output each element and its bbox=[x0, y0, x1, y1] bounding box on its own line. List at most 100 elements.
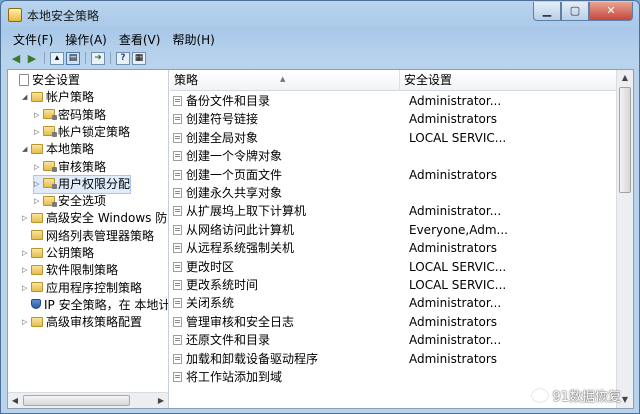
policy-name: 创建全局对象 bbox=[186, 130, 259, 145]
folder-icon bbox=[31, 247, 43, 258]
policy-setting: Administrator... bbox=[409, 94, 502, 108]
show-hide-tree-icon[interactable]: ▤ bbox=[66, 51, 80, 65]
tree-item[interactable]: IP 安全策略，在 本地计算机 bbox=[22, 297, 168, 314]
close-button[interactable]: ✕ bbox=[589, 2, 633, 21]
expand-icon[interactable]: ▷ bbox=[22, 245, 30, 262]
column-header-setting[interactable]: 安全设置 bbox=[400, 70, 618, 91]
policy-row[interactable]: 从远程系统强制关机 Administrators bbox=[170, 239, 618, 257]
expand-icon[interactable]: ▷ bbox=[34, 193, 42, 210]
up-folder-icon[interactable]: ▴ bbox=[50, 51, 64, 65]
tree-item[interactable]: ▷ 应用程序控制策略 bbox=[22, 280, 142, 297]
policy-list: 策略 ▲ 安全设置 备份文件和目录 Administrator... 创建符号链接 A… bbox=[170, 70, 618, 408]
policy-name: 还原文件和目录 bbox=[186, 333, 271, 348]
policy-icon bbox=[173, 132, 182, 143]
tree-item[interactable]: ▷ 软件限制策略 bbox=[22, 262, 118, 279]
collapse-icon[interactable]: ◢ bbox=[22, 141, 30, 158]
policy-row[interactable]: 还原文件和目录 Administrator... bbox=[170, 331, 618, 349]
policy-row[interactable]: 创建全局对象 LOCAL SERVIC... bbox=[170, 129, 618, 147]
tree-horizontal-scrollbar[interactable]: ◀ ▶ bbox=[8, 392, 168, 408]
collapse-icon[interactable]: ◢ bbox=[22, 89, 30, 106]
policy-row[interactable]: 加载和卸载设备驱动程序 Administrators bbox=[170, 350, 618, 368]
policy-row[interactable]: 关闭系统 Administrator... bbox=[170, 294, 618, 312]
column-header-policy[interactable]: 策略 ▲ bbox=[170, 70, 400, 91]
list-vertical-scrollbar[interactable]: ▲ ▼ bbox=[616, 70, 633, 408]
policy-icon bbox=[173, 224, 182, 235]
policy-name: 加载和卸载设备驱动程序 bbox=[186, 351, 319, 366]
scroll-thumb[interactable] bbox=[23, 395, 130, 406]
tree-item[interactable]: ▷ 高级审核策略配置 bbox=[22, 314, 142, 331]
forward-icon[interactable]: ▶ bbox=[25, 52, 39, 65]
expand-icon[interactable]: ▷ bbox=[34, 124, 42, 141]
export-icon[interactable]: ➜ bbox=[91, 51, 105, 65]
policy-name: 更改时区 bbox=[186, 259, 235, 274]
policy-icon bbox=[173, 188, 182, 198]
policy-row[interactable]: 从扩展坞上取下计算机 Administrator... bbox=[170, 202, 618, 220]
app-icon[interactable] bbox=[8, 8, 22, 22]
expand-icon[interactable]: ▷ bbox=[22, 280, 30, 297]
policy-row[interactable]: 创建永久共享对象 bbox=[170, 184, 618, 202]
policy-setting: Administrators bbox=[409, 167, 498, 182]
scroll-thumb[interactable] bbox=[619, 87, 631, 193]
expand-icon[interactable]: ▷ bbox=[34, 107, 42, 124]
tree-item[interactable]: 网络列表管理器策略 bbox=[22, 228, 154, 245]
policy-setting: Administrator... bbox=[409, 296, 502, 311]
policy-row[interactable]: 备份文件和目录 Administrator... bbox=[170, 92, 618, 110]
tree-item[interactable]: ▷ 帐户锁定策略 bbox=[34, 124, 130, 141]
folder-icon bbox=[31, 212, 43, 223]
tree-item[interactable]: ▷ 安全选项 bbox=[34, 193, 106, 210]
policy-name: 创建一个令牌对象 bbox=[186, 149, 283, 164]
policy-icon bbox=[173, 261, 182, 272]
tree-item[interactable]: ▷ 高级安全 Windows 防火墙 bbox=[22, 210, 168, 227]
policy-icon bbox=[173, 114, 182, 125]
tree-item-label: 密码策略 bbox=[58, 107, 107, 122]
policy-row[interactable]: 更改系统时间 LOCAL SERVIC... bbox=[170, 276, 618, 294]
minimize-button[interactable]: ▁ bbox=[533, 2, 561, 21]
tree-item[interactable]: 安全设置 bbox=[10, 72, 80, 89]
policy-setting: Administrators bbox=[409, 112, 498, 127]
maximize-button[interactable]: ▢ bbox=[561, 2, 589, 21]
folder-icon bbox=[31, 91, 43, 102]
expand-icon[interactable]: ▷ bbox=[34, 159, 42, 176]
policy-setting: Administrators bbox=[409, 351, 498, 366]
policy-row[interactable]: 创建一个页面文件 Administrators bbox=[170, 166, 618, 184]
menu-view[interactable]: 查看(V) bbox=[113, 31, 167, 48]
watermark: 91数据恢复 bbox=[532, 386, 621, 405]
help-icon[interactable]: ? bbox=[116, 51, 130, 65]
policy-row[interactable]: 将工作站添加到域 bbox=[170, 368, 618, 386]
policy-name: 从远程系统强制关机 bbox=[186, 241, 295, 256]
properties-icon[interactable]: ▦ bbox=[132, 51, 146, 65]
tree-item[interactable]: ▷ 密码策略 bbox=[34, 107, 106, 124]
toolbar-separator bbox=[110, 52, 111, 64]
menu-file[interactable]: 文件(F) bbox=[7, 31, 59, 48]
policy-name: 备份文件和目录 bbox=[186, 94, 271, 108]
policy-icon bbox=[173, 169, 182, 180]
sort-ascending-icon: ▲ bbox=[280, 75, 286, 83]
tree-item[interactable]: ▷ 公钥策略 bbox=[22, 245, 94, 262]
policy-row[interactable]: 创建一个令牌对象 bbox=[170, 147, 618, 165]
expand-icon[interactable]: ▷ bbox=[22, 314, 30, 331]
wechat-icon bbox=[532, 389, 549, 402]
expand-icon[interactable]: ▷ bbox=[22, 262, 30, 279]
scroll-up-arrow-icon[interactable]: ▲ bbox=[617, 70, 633, 86]
policy-row[interactable]: 管理审核和安全日志 Administrators bbox=[170, 313, 618, 331]
menu-help[interactable]: 帮助(H) bbox=[166, 31, 220, 48]
watermark-text: 91数据恢复 bbox=[552, 390, 621, 405]
tree-item[interactable]: ▷ 用户权限分配 bbox=[32, 174, 132, 194]
menu-action[interactable]: 操作(A) bbox=[59, 31, 113, 48]
tree-item[interactable]: ▷ 审核策略 bbox=[34, 159, 106, 176]
scroll-left-arrow-icon[interactable]: ◀ bbox=[8, 393, 22, 409]
back-icon[interactable]: ◀ bbox=[9, 52, 23, 65]
expand-icon[interactable]: ▷ bbox=[22, 210, 30, 227]
title-bar[interactable]: 本地安全策略 ▁ ▢ ✕ bbox=[1, 1, 639, 29]
policy-setting: LOCAL SERVIC... bbox=[409, 278, 507, 292]
policy-row[interactable]: 从网络访问此计算机 Everyone,Adm... bbox=[170, 221, 618, 239]
tree-item-label: 软件限制策略 bbox=[46, 263, 119, 278]
policy-row[interactable]: 创建符号链接 Administrators bbox=[170, 110, 618, 128]
expand-icon[interactable]: ▷ bbox=[34, 176, 42, 193]
scroll-right-arrow-icon[interactable]: ▶ bbox=[154, 393, 168, 409]
tree-item[interactable]: ◢ 帐户策略 bbox=[22, 89, 94, 106]
tree-item[interactable]: ◢ 本地策略 bbox=[22, 141, 94, 158]
folder-icon bbox=[43, 126, 57, 138]
policy-row[interactable]: 更改时区 LOCAL SERVIC... bbox=[170, 258, 618, 276]
policy-setting: LOCAL SERVIC... bbox=[409, 130, 507, 145]
